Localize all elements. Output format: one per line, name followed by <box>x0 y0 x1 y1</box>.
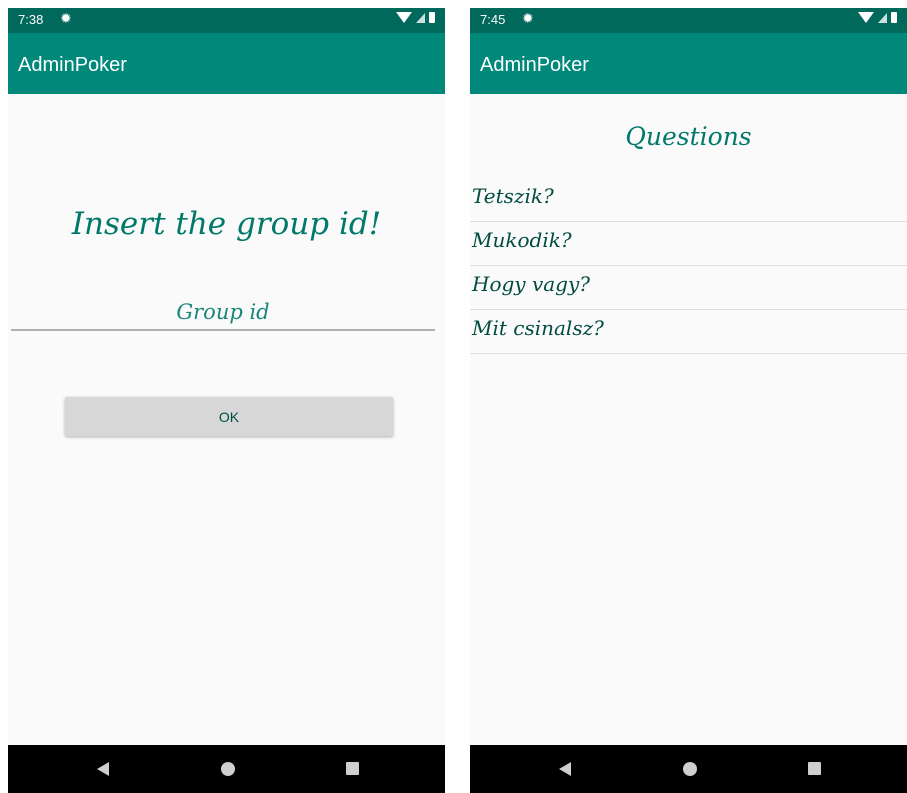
app-title: AdminPoker <box>480 54 589 76</box>
wifi-icon <box>396 12 412 23</box>
question-item[interactable]: Hogy vagy? <box>470 266 907 310</box>
status-icons <box>858 12 897 23</box>
home-icon[interactable] <box>221 762 235 776</box>
navigation-bar <box>8 745 445 793</box>
questions-screen: 7:45 ✹ AdminPoker Questions Tetszik? Muk… <box>470 8 907 793</box>
back-icon[interactable] <box>559 762 571 776</box>
question-item[interactable]: Tetszik? <box>470 178 907 222</box>
app-bar: AdminPoker <box>8 33 445 94</box>
gear-icon: ✹ <box>522 10 534 26</box>
status-icons <box>396 12 435 23</box>
status-time: 7:38 <box>18 12 44 27</box>
navigation-bar <box>470 745 907 793</box>
battery-icon <box>891 12 897 23</box>
status-bar: 7:45 ✹ <box>470 8 907 33</box>
recents-icon[interactable] <box>346 762 359 775</box>
group-id-prompt: Insert the group id! <box>71 206 382 242</box>
recents-icon[interactable] <box>808 762 821 775</box>
home-icon[interactable] <box>683 762 697 776</box>
battery-icon <box>429 12 435 23</box>
signal-icon <box>878 12 887 23</box>
app-title: AdminPoker <box>18 54 127 76</box>
back-icon[interactable] <box>97 762 109 776</box>
question-item[interactable]: Mukodik? <box>470 222 907 266</box>
question-list: Tetszik? Mukodik? Hogy vagy? Mit csinals… <box>470 178 907 354</box>
ok-button[interactable]: OK <box>65 397 393 436</box>
status-bar: 7:38 ✹ <box>8 8 445 33</box>
signal-icon <box>416 12 425 23</box>
gear-icon: ✹ <box>60 10 72 26</box>
wifi-icon <box>858 12 874 23</box>
question-item[interactable]: Mit csinalsz? <box>470 310 907 354</box>
join-group-screen: 7:38 ✹ AdminPoker Insert the group id! O… <box>8 8 445 793</box>
app-bar: AdminPoker <box>470 33 907 94</box>
questions-title: Questions <box>625 122 752 151</box>
status-time: 7:45 <box>480 12 506 27</box>
group-id-input[interactable] <box>11 295 435 331</box>
